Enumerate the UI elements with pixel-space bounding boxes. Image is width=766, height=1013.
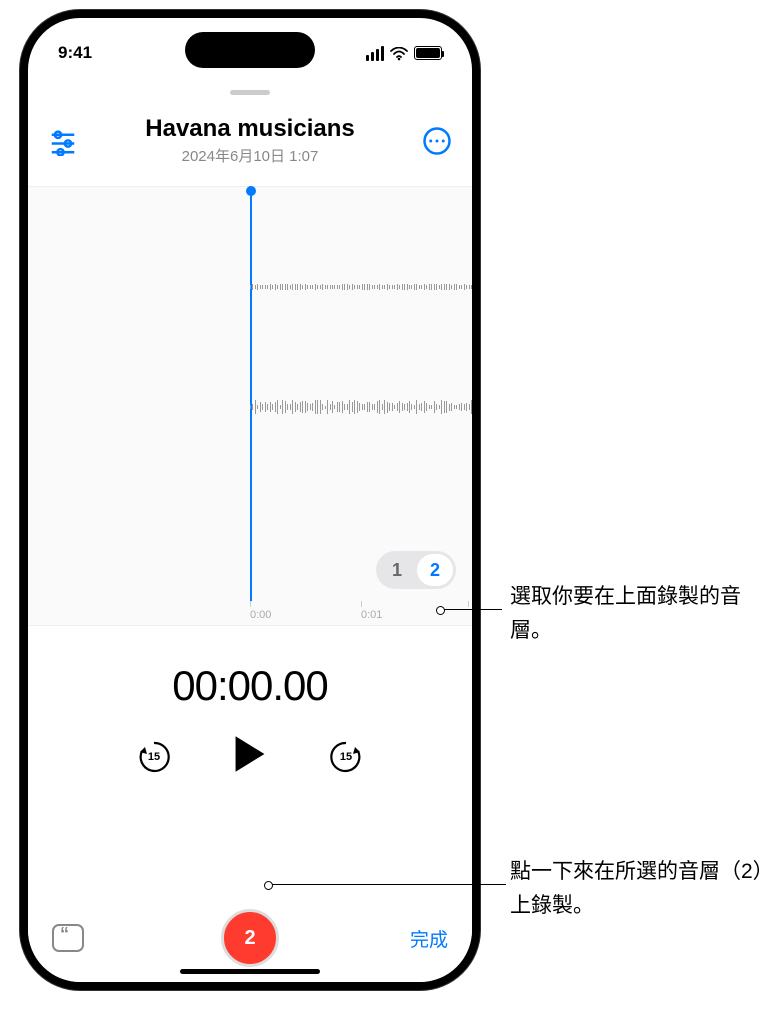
ruler-tick: 0:01 xyxy=(361,601,382,621)
dynamic-island xyxy=(185,32,315,68)
ruler-tick: 0:00 xyxy=(250,601,271,621)
play-button[interactable] xyxy=(232,734,268,779)
record-layer-badge: 2 xyxy=(244,927,255,950)
waveform-layer-1: for(let i=0;i<90;i++){let h=3+Math.rando… xyxy=(250,267,472,307)
time-ruler: 0:00 0:01 xyxy=(28,601,472,625)
waveform-area[interactable]: for(let i=0;i<90;i++){let h=3+Math.rando… xyxy=(28,186,472,626)
phone-frame: 9:41 Havana musicians 2024年6月10日 1 xyxy=(20,10,480,990)
title-block: Havana musicians 2024年6月10日 1:07 xyxy=(78,115,422,166)
app-content: Havana musicians 2024年6月10日 1:07 for(let… xyxy=(28,90,472,982)
skip-back-seconds: 15 xyxy=(148,750,160,762)
layer-2-button[interactable]: 2 xyxy=(417,554,453,586)
battery-icon xyxy=(414,46,442,60)
status-right xyxy=(366,46,442,61)
skip-fwd-seconds: 15 xyxy=(340,750,352,762)
layer-selector: 1 2 xyxy=(376,551,456,589)
done-button[interactable]: 完成 xyxy=(410,925,448,952)
recording-title: Havana musicians xyxy=(78,115,422,143)
skip-forward-15-button[interactable]: 15 xyxy=(328,739,364,775)
home-indicator[interactable] xyxy=(180,969,320,974)
cellular-icon xyxy=(366,46,384,61)
skip-back-15-button[interactable]: 15 xyxy=(136,739,172,775)
wifi-icon xyxy=(390,46,408,60)
settings-sliders-icon[interactable] xyxy=(48,126,78,156)
transcript-icon[interactable] xyxy=(52,924,84,952)
header-row: Havana musicians 2024年6月10日 1:07 xyxy=(28,95,472,166)
callout-layer-select: 選取你要在上面錄製的音層。 xyxy=(510,580,766,647)
status-time: 9:41 xyxy=(58,43,92,63)
transport-controls: 15 15 xyxy=(28,734,472,779)
bottom-row: 2 完成 xyxy=(28,924,472,952)
more-options-icon[interactable] xyxy=(422,126,452,156)
record-button[interactable]: 2 xyxy=(221,909,279,967)
callout-line xyxy=(268,884,506,885)
callout-record: 點一下來在所選的音層（2）上錄製。 xyxy=(510,855,766,922)
elapsed-time: 00:00.00 xyxy=(28,662,472,710)
ruler-tick xyxy=(468,601,469,609)
layer-1-button[interactable]: 1 xyxy=(379,554,415,586)
phone-screen: 9:41 Havana musicians 2024年6月10日 1 xyxy=(28,18,472,982)
recording-subtitle: 2024年6月10日 1:07 xyxy=(78,145,422,166)
waveform-layer-2: for(let i=0;i<90;i++){let h=3+Math.rando… xyxy=(250,387,472,427)
callout-line xyxy=(440,609,502,610)
